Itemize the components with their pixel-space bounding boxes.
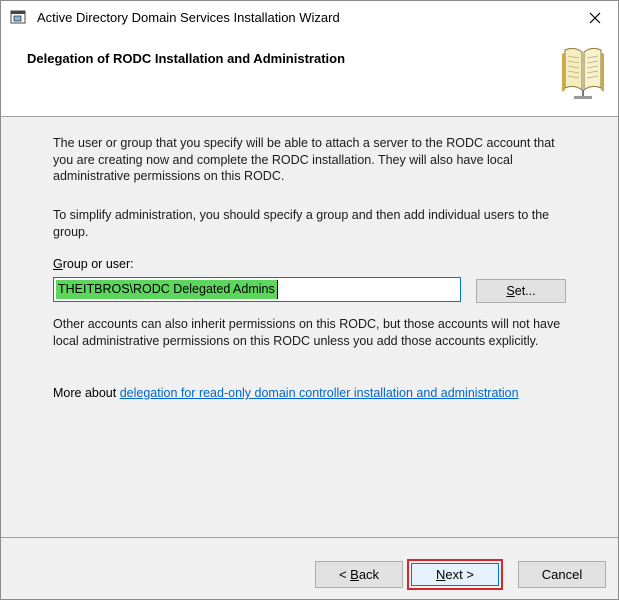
more-about-prefix: More about [53,386,120,400]
set-button-mnemonic: S [506,284,515,298]
simplify-text: To simplify administration, you should s… [53,208,550,239]
footer-divider [1,537,618,538]
window-title: Active Directory Domain Services Install… [37,10,340,25]
close-button[interactable] [572,1,618,35]
next-button-rest: ext > [445,567,474,582]
title-bar: Active Directory Domain Services Install… [1,1,618,35]
next-button[interactable]: Next > [411,563,499,586]
next-button-highlight: Next > [407,559,503,590]
back-button[interactable]: < Back [315,561,403,588]
back-button-mnemonic: B [350,567,359,582]
back-button-prefix: < [338,567,351,582]
group-label-mnemonic: G [53,257,63,271]
server-wizard-icon [10,9,26,25]
close-icon [589,12,601,24]
delegation-help-link[interactable]: delegation for read-only domain controll… [120,386,519,400]
cancel-button[interactable]: Cancel [518,561,606,588]
group-label-rest: roup or user: [62,257,134,271]
group-or-user-label: Group or user: [53,257,134,271]
group-or-user-input[interactable]: THEITBROS\RODC Delegated Admins [53,277,461,302]
set-button-rest: et... [514,284,536,298]
group-or-user-value: THEITBROS\RODC Delegated Admins [56,280,278,299]
more-about-line: More about delegation for read-only doma… [53,386,519,400]
page-header: Delegation of RODC Installation and Admi… [1,35,618,117]
set-button[interactable]: Set... [476,279,566,303]
content-area: The user or group that you specify will … [1,117,618,537]
back-button-rest: ack [358,567,380,582]
open-book-icon [559,44,607,104]
description-text: The user or group that you specify will … [53,136,555,183]
wizard-window: Active Directory Domain Services Install… [0,0,619,600]
inherit-permissions-text: Other accounts can also inherit permissi… [53,317,561,348]
next-button-mnemonic: N [436,567,446,582]
page-title: Delegation of RODC Installation and Admi… [27,51,346,66]
